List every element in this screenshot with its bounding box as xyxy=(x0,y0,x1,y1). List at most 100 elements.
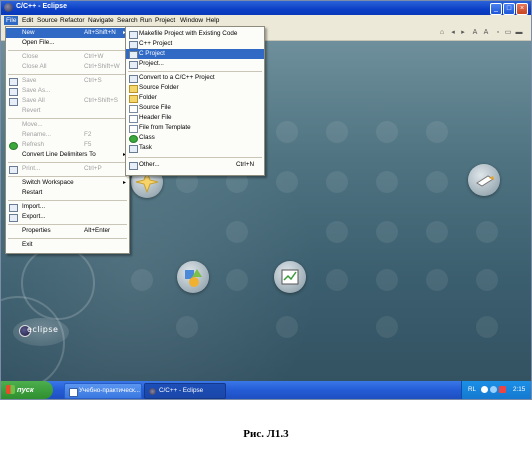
menu-item-cpp-project[interactable]: C++ Project xyxy=(126,39,264,49)
menu-item-new[interactable]: New Alt+Shift+N ▸ xyxy=(6,28,129,38)
background-dot xyxy=(326,221,348,243)
task-icon xyxy=(129,145,138,153)
clock[interactable]: 2:15 xyxy=(513,381,525,399)
maximize-button[interactable]: □ xyxy=(503,3,515,15)
menu-item-convert-project[interactable]: Convert to a C/C++ Project xyxy=(126,73,264,83)
menu-item-rename[interactable]: Rename... F2 xyxy=(6,130,129,140)
menu-item-save-all[interactable]: Save All Ctrl+Shift+S xyxy=(6,96,129,106)
background-dot xyxy=(426,269,448,291)
back-icon[interactable]: ◂ xyxy=(449,29,457,37)
menu-item-task[interactable]: Task xyxy=(126,143,264,153)
minimize-view-icon[interactable]: ▬ xyxy=(515,29,523,37)
menu-item-move[interactable]: Move... xyxy=(6,120,129,130)
menu-item-c-project[interactable]: C Project xyxy=(126,49,264,59)
background-dot xyxy=(326,171,348,193)
folder-icon xyxy=(129,95,138,103)
background-dot xyxy=(376,171,398,193)
taskbar: пуск Учебно-практическ... C/C++ - Eclips… xyxy=(1,381,531,399)
background-dot xyxy=(476,221,498,243)
samples-icon[interactable] xyxy=(177,261,209,293)
system-tray: RL 2:15 xyxy=(461,381,531,399)
cpp-project-icon xyxy=(129,41,138,49)
menu-item-source-file[interactable]: Source File xyxy=(126,103,264,113)
taskbar-item-eclipse[interactable]: C/C++ - Eclipse xyxy=(144,383,226,399)
menu-item-close-all[interactable]: Close All Ctrl+Shift+W xyxy=(6,62,129,72)
menu-item-source-folder[interactable]: Source Folder xyxy=(126,83,264,93)
logo-text: eclipse xyxy=(27,325,59,334)
background-dot xyxy=(326,121,348,143)
minimize-button[interactable]: _ xyxy=(490,3,502,15)
background-dot xyxy=(276,171,298,193)
menu-item-properties[interactable]: Properties Alt+Enter xyxy=(6,226,129,236)
refresh-icon xyxy=(9,142,18,150)
menu-item-import[interactable]: Import... xyxy=(6,202,129,212)
menu-source[interactable]: Source xyxy=(35,16,60,25)
menu-item-close[interactable]: Close Ctrl+W xyxy=(6,52,129,62)
network-icon[interactable] xyxy=(481,386,488,393)
maximize-view-icon[interactable]: ▫ xyxy=(494,29,502,37)
new-submenu: Makefile Project with Existing Code C++ … xyxy=(125,26,265,176)
menu-item-project[interactable]: Project... xyxy=(126,59,264,69)
menu-item-open-file[interactable]: Open File... xyxy=(6,38,129,48)
menu-separator xyxy=(8,176,127,177)
background-dot xyxy=(476,269,498,291)
background-dot xyxy=(326,269,348,291)
language-indicator[interactable]: RL xyxy=(468,381,476,399)
background-dot xyxy=(476,316,498,338)
window-title: C/C++ - Eclipse xyxy=(16,3,67,10)
menu-item-convert-line-delimiters[interactable]: Convert Line Delimiters To ▸ xyxy=(6,150,129,160)
menu-item-file-from-template[interactable]: File from Template xyxy=(126,123,264,133)
eclipse-logo: eclipse xyxy=(9,315,73,349)
menu-item-export[interactable]: Export... xyxy=(6,212,129,222)
menu-run[interactable]: Run xyxy=(138,16,154,25)
menu-item-revert[interactable]: Revert xyxy=(6,106,129,116)
zoom-out-icon[interactable]: A xyxy=(471,29,479,37)
source-folder-icon xyxy=(129,85,138,93)
menu-item-save-as[interactable]: Save As... xyxy=(6,86,129,96)
menu-item-refresh[interactable]: Refresh F5 xyxy=(6,140,129,150)
menu-item-print[interactable]: Print... Ctrl+P xyxy=(6,164,129,174)
taskbar-item-document[interactable]: Учебно-практическ... xyxy=(64,383,142,399)
menu-separator xyxy=(8,200,127,201)
eclipse-icon xyxy=(149,388,156,395)
restore-view-icon[interactable]: ▭ xyxy=(504,29,512,37)
home-icon[interactable]: ⌂ xyxy=(438,29,446,37)
menu-bar: File Edit Source Refactor Navigate Searc… xyxy=(1,15,531,26)
menu-edit[interactable]: Edit xyxy=(20,16,35,25)
menu-item-restart[interactable]: Restart xyxy=(6,188,129,198)
security-icon[interactable] xyxy=(490,386,497,393)
project-icon xyxy=(129,61,138,69)
whats-new-icon[interactable] xyxy=(274,261,306,293)
title-bar: C/C++ - Eclipse _ □ × xyxy=(1,1,531,15)
menu-item-other[interactable]: Other... Ctrl+N xyxy=(126,160,264,170)
save-as-icon xyxy=(9,88,18,96)
menu-item-makefile-project[interactable]: Makefile Project with Existing Code xyxy=(126,29,264,39)
forward-icon[interactable]: ▸ xyxy=(459,29,467,37)
close-button[interactable]: × xyxy=(516,3,528,15)
menu-item-exit[interactable]: Exit xyxy=(6,240,129,250)
menu-window[interactable]: Window xyxy=(178,16,205,25)
template-file-icon xyxy=(129,125,138,133)
menu-item-class[interactable]: Class xyxy=(126,133,264,143)
menu-separator xyxy=(8,238,127,239)
eclipse-icon xyxy=(4,3,13,12)
workbench-icon[interactable] xyxy=(468,164,500,196)
word-document-icon xyxy=(69,388,78,397)
menu-file[interactable]: File xyxy=(4,16,19,25)
menu-project[interactable]: Project xyxy=(153,16,177,25)
menu-item-folder[interactable]: Folder xyxy=(126,93,264,103)
menu-item-save[interactable]: Save Ctrl+S xyxy=(6,76,129,86)
menu-item-header-file[interactable]: Header File xyxy=(126,113,264,123)
menu-navigate[interactable]: Navigate xyxy=(86,16,116,25)
menu-item-switch-workspace[interactable]: Switch Workspace ▸ xyxy=(6,178,129,188)
antivirus-icon[interactable] xyxy=(499,386,506,393)
makefile-project-icon xyxy=(129,31,138,39)
zoom-in-icon[interactable]: A xyxy=(482,29,490,37)
menu-help[interactable]: Help xyxy=(204,16,221,25)
menu-separator xyxy=(8,162,127,163)
menu-separator xyxy=(8,118,127,119)
menu-separator xyxy=(8,50,127,51)
start-button[interactable]: пуск xyxy=(1,381,53,399)
menu-refactor[interactable]: Refactor xyxy=(58,16,87,25)
menu-search[interactable]: Search xyxy=(115,16,140,25)
